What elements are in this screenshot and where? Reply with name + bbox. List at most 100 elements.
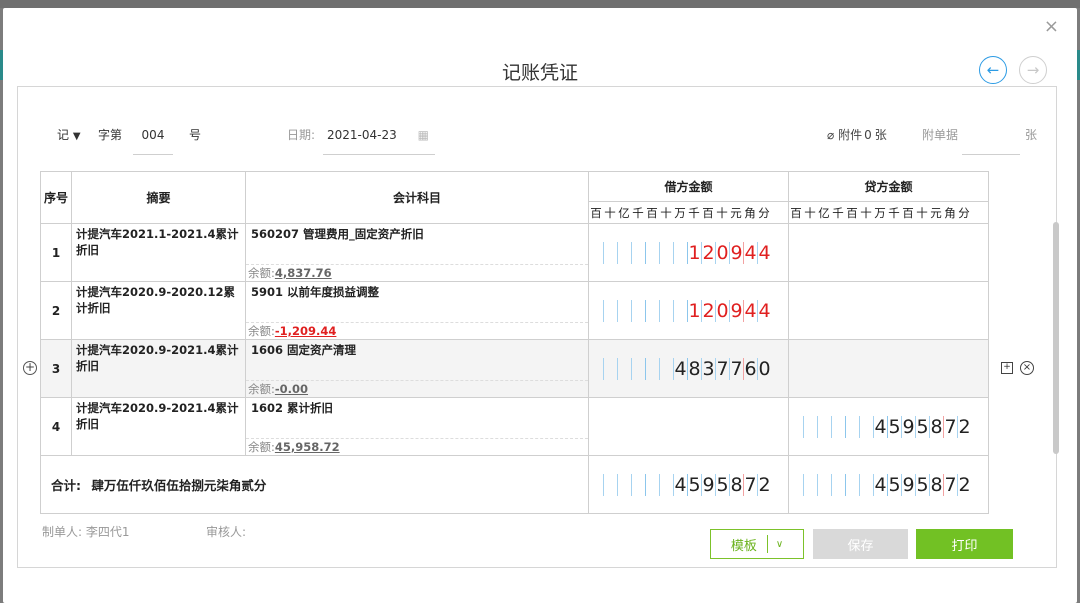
digit-unit-label: 万 (674, 205, 686, 220)
amount-digit: 0 (757, 357, 771, 380)
total-amount-in-words: 肆万伍仟玖佰伍拾捌元柒角贰分 (91, 478, 267, 493)
amount-digit: 7 (943, 415, 957, 438)
entry-credit[interactable] (788, 339, 989, 398)
digit-unit-label: 元 (730, 205, 742, 220)
entry-index: 2 (40, 281, 72, 340)
digit-unit-label: 元 (930, 205, 942, 220)
doc-count-input[interactable] (962, 124, 1020, 155)
entry-debit[interactable]: 120944 (588, 281, 789, 340)
voucher-info-row: 记 ▼ 字第 004 号 日期: 2021-04-23 ▦ ⌀ 附件 0 张 附单据 … (37, 124, 1037, 155)
amount-digit: 4 (757, 241, 771, 264)
entry-account[interactable]: 5901 以前年度损益调整 余额:-1,209.44 (245, 281, 589, 340)
total-label: 合计: (51, 478, 81, 493)
date-input[interactable]: 2021-04-23 ▦ (323, 124, 435, 155)
vertical-scrollbar[interactable] (1053, 222, 1059, 454)
amount-digit (789, 416, 803, 438)
print-button[interactable]: 打印 (916, 529, 1013, 559)
amount-digit (817, 415, 831, 438)
amount-digit: 8 (729, 473, 743, 496)
amount-digit (589, 300, 603, 322)
amount-digit (659, 473, 673, 496)
entry-summary[interactable]: 计提汽车2020.9-2021.4累计折旧 (71, 339, 246, 398)
debit-digit-units: 百十亿千百十万千百十元角分 (588, 201, 789, 224)
amount-digit: 5 (887, 473, 901, 496)
voucher-entry-row[interactable]: 1 计提汽车2021.1-2021.4累计折旧 560207 管理费用_固定资产… (40, 223, 989, 282)
next-voucher-button[interactable]: → (1019, 56, 1047, 84)
entry-debit[interactable]: 120944 (588, 223, 789, 282)
account-balance: 余额:45,958.72 (246, 438, 588, 455)
attachment-count: 0 (864, 128, 872, 142)
save-button[interactable]: 保存 (813, 529, 908, 559)
amount-digit (603, 241, 617, 264)
reviewer-label: 审核人: (206, 525, 247, 539)
amount-digit: 8 (929, 415, 943, 438)
amount-digit (631, 299, 645, 322)
hao-label: 号 (189, 128, 202, 142)
voucher-entry-row[interactable]: 4 计提汽车2020.9-2021.4累计折旧 1602 累计折旧余额:45,9… (40, 397, 989, 456)
amount-digit (831, 473, 845, 496)
amount-digit: 1 (687, 241, 701, 264)
credit-digit-units: 百十亿千百十万千百十元角分 (788, 201, 989, 224)
entry-summary[interactable]: 计提汽车2021.1-2021.4累计折旧 (71, 223, 246, 282)
digit-unit-label: 角 (744, 205, 756, 220)
entry-summary[interactable]: 计提汽车2020.9-2020.12累计折旧 (71, 281, 246, 340)
entry-account[interactable]: 560207 管理费用_固定资产折旧 余额:4,837.76 (245, 223, 589, 282)
template-button[interactable]: 模板 ∨ (710, 529, 804, 559)
account-name: 1606 固定资产清理 (251, 343, 357, 357)
delete-row-icon[interactable]: × (1020, 361, 1034, 375)
add-row-icon[interactable]: + (23, 361, 37, 375)
entry-account[interactable]: 1602 累计折旧余额:45,958.72 (245, 397, 589, 456)
digit-unit-label: 千 (832, 205, 844, 220)
balance-label: 余额: (248, 266, 275, 280)
amount-digit (631, 241, 645, 264)
doc-label: 附单据 (922, 128, 959, 142)
account-name: 1602 累计折旧 (251, 401, 334, 415)
voucher-entry-row[interactable]: 3 计提汽车2020.9-2021.4累计折旧 1606 固定资产清理 余额:-0… (40, 339, 989, 398)
total-debit-cell: 4595872 (588, 455, 789, 514)
balance-value: -0.00 (274, 382, 309, 396)
digit-unit-label: 千 (688, 205, 700, 220)
template-label: 模板 (730, 538, 757, 554)
entry-credit[interactable]: 4595872 (788, 397, 989, 456)
account-name: 5901 以前年度损益调整 (251, 285, 380, 299)
entry-credit[interactable] (788, 223, 989, 282)
entry-index: 4 (40, 397, 72, 456)
digit-unit-label: 十 (716, 205, 728, 220)
reviewer-info: 审核人: (206, 523, 246, 540)
balance-value: -1,209.44 (274, 324, 337, 338)
voucher-entry-row[interactable]: 2 计提汽车2020.9-2020.12累计折旧 5901 以前年度损益调整 余额… (40, 281, 989, 340)
header-debit: 借方金额 (588, 171, 789, 202)
amount-digit: 2 (757, 473, 771, 496)
amount-digit: 0 (715, 299, 729, 322)
header-account: 会计科目 (245, 171, 589, 224)
digit-unit-label: 百 (790, 205, 802, 220)
amount-digit (789, 474, 803, 496)
voucher-number-input[interactable]: 004 (133, 124, 173, 155)
amount-digit (845, 473, 859, 496)
amount-digit: 9 (701, 473, 715, 496)
amount-digit: 7 (943, 473, 957, 496)
amount-digit: 0 (715, 241, 729, 264)
amount-digit: 8 (687, 357, 701, 380)
header-summary: 摘要 (71, 171, 246, 224)
attachment-link[interactable]: ⌀ 附件 0 张 (827, 124, 887, 154)
entry-credit[interactable] (788, 281, 989, 340)
attachment-label: 附件 (838, 128, 863, 142)
entry-debit[interactable] (588, 397, 789, 456)
amount-digit (803, 415, 817, 438)
digit-unit-label: 亿 (618, 205, 630, 220)
arrow-left-icon: ← (986, 61, 1000, 79)
calendar-icon[interactable]: ▦ (418, 124, 429, 146)
amount-digit: 4 (673, 473, 687, 496)
close-icon[interactable]: × (1044, 18, 1059, 36)
amount-digit: 5 (887, 415, 901, 438)
voucher-word-select[interactable]: 记 ▼ (57, 124, 81, 154)
amount-digit: 3 (701, 357, 715, 380)
entry-debit[interactable]: 4837760 (588, 339, 789, 398)
entry-summary[interactable]: 计提汽车2020.9-2021.4累计折旧 (71, 397, 246, 456)
copy-row-icon[interactable]: + (1001, 362, 1013, 374)
entry-account[interactable]: 1606 固定资产清理 余额:-0.00 (245, 339, 589, 398)
amount-digit (645, 299, 659, 322)
total-credit-cell: 4595872 (788, 455, 989, 514)
prev-voucher-button[interactable]: ← (979, 56, 1007, 84)
